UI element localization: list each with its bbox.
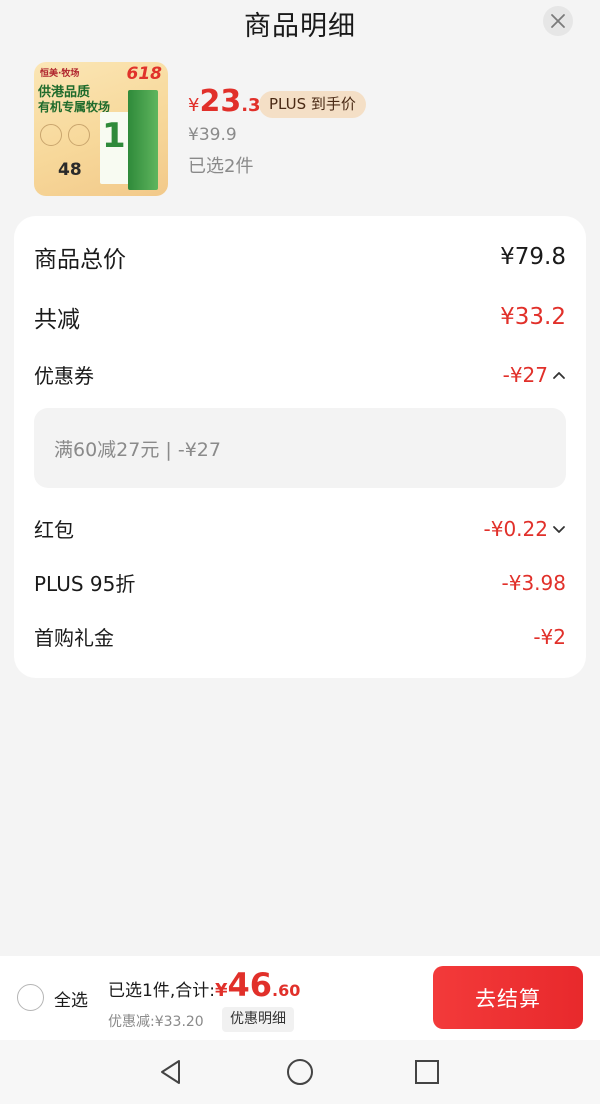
coupon-row[interactable]: 优惠券 -¥27 (34, 360, 566, 389)
chevron-up-icon[interactable] (552, 370, 566, 380)
product-image-brand: 恒美·牧场 (40, 69, 80, 79)
select-all-checkbox[interactable] (17, 984, 44, 1011)
order-total-integer: 46 (227, 966, 273, 1004)
price-currency: ¥ (188, 95, 200, 116)
award-seal-icon (40, 124, 62, 146)
nav-home-icon (287, 1059, 313, 1085)
price-integer: 23 (199, 84, 242, 119)
select-all-label[interactable]: 全选 (54, 986, 88, 1011)
close-icon (551, 14, 565, 28)
award-seal-icon (68, 124, 90, 146)
chevron-down-icon[interactable] (552, 524, 566, 534)
price-decimal: .3 (241, 95, 261, 116)
nav-back-button[interactable] (153, 1054, 189, 1090)
red-packet-row[interactable]: 红包 -¥0.22 (34, 514, 566, 543)
total-reduction-row: 共减 ¥33.2 (34, 300, 566, 334)
discount-detail-button[interactable]: 优惠明细 (222, 1007, 294, 1032)
nav-home-button[interactable] (282, 1054, 318, 1090)
product-price: ¥ 23 .3 (188, 84, 261, 124)
product-image-number: 48 (58, 160, 82, 180)
total-price-row: 商品总价 ¥79.8 (34, 240, 566, 274)
plus-discount-label: PLUS 95折 (34, 572, 136, 596)
total-reduction-value: ¥33.2 (500, 304, 566, 330)
page-title: 商品明细 (244, 11, 356, 42)
nav-recent-icon (415, 1060, 439, 1084)
order-total-currency: ¥ (214, 980, 228, 1001)
order-total-label: 已选1件,合计: (108, 981, 215, 1001)
first-purchase-value: -¥2 (533, 624, 566, 649)
first-purchase-label: 首购礼金 (34, 626, 114, 650)
nav-back-icon (161, 1060, 180, 1084)
coupon-value: -¥27 (502, 362, 548, 387)
product-image-big-digit: 1 (102, 116, 126, 156)
first-purchase-row: 首购礼金 -¥2 (34, 622, 566, 651)
selected-count: 已选2件 (188, 156, 254, 177)
nav-recent-button[interactable] (409, 1054, 445, 1090)
product-image[interactable]: 恒美·牧场 618 供港品质 有机专属牧场 1 48 (34, 62, 168, 196)
total-price-value: ¥79.8 (500, 244, 566, 270)
order-total: 已选1件,合计: ¥ 46 .60 (108, 966, 300, 1006)
order-total-decimal: .60 (272, 981, 301, 1000)
coupon-detail: 满60减27元 | -¥27 (34, 408, 566, 488)
discount-summary: 优惠减:¥33.20 (108, 1014, 204, 1030)
total-reduction-label: 共减 (34, 307, 80, 333)
plus-discount-value: -¥3.98 (501, 570, 566, 595)
product-image-badge: 618 (126, 64, 163, 84)
plus-discount-row: PLUS 95折 -¥3.98 (34, 568, 566, 597)
close-button[interactable] (543, 6, 573, 36)
red-packet-label: 红包 (34, 518, 74, 542)
red-packet-value: -¥0.22 (483, 516, 548, 541)
price-summary-card: 商品总价 ¥79.8 共减 ¥33.2 优惠券 -¥27 满60减27元 | -… (14, 216, 586, 678)
total-price-label: 商品总价 (34, 247, 126, 273)
coupon-label: 优惠券 (34, 364, 94, 388)
plus-price-tag: PLUS 到手价 (259, 91, 366, 118)
checkout-button[interactable]: 去结算 (433, 966, 583, 1029)
milk-carton-icon (128, 90, 158, 190)
original-price: ¥39.9 (188, 125, 237, 145)
